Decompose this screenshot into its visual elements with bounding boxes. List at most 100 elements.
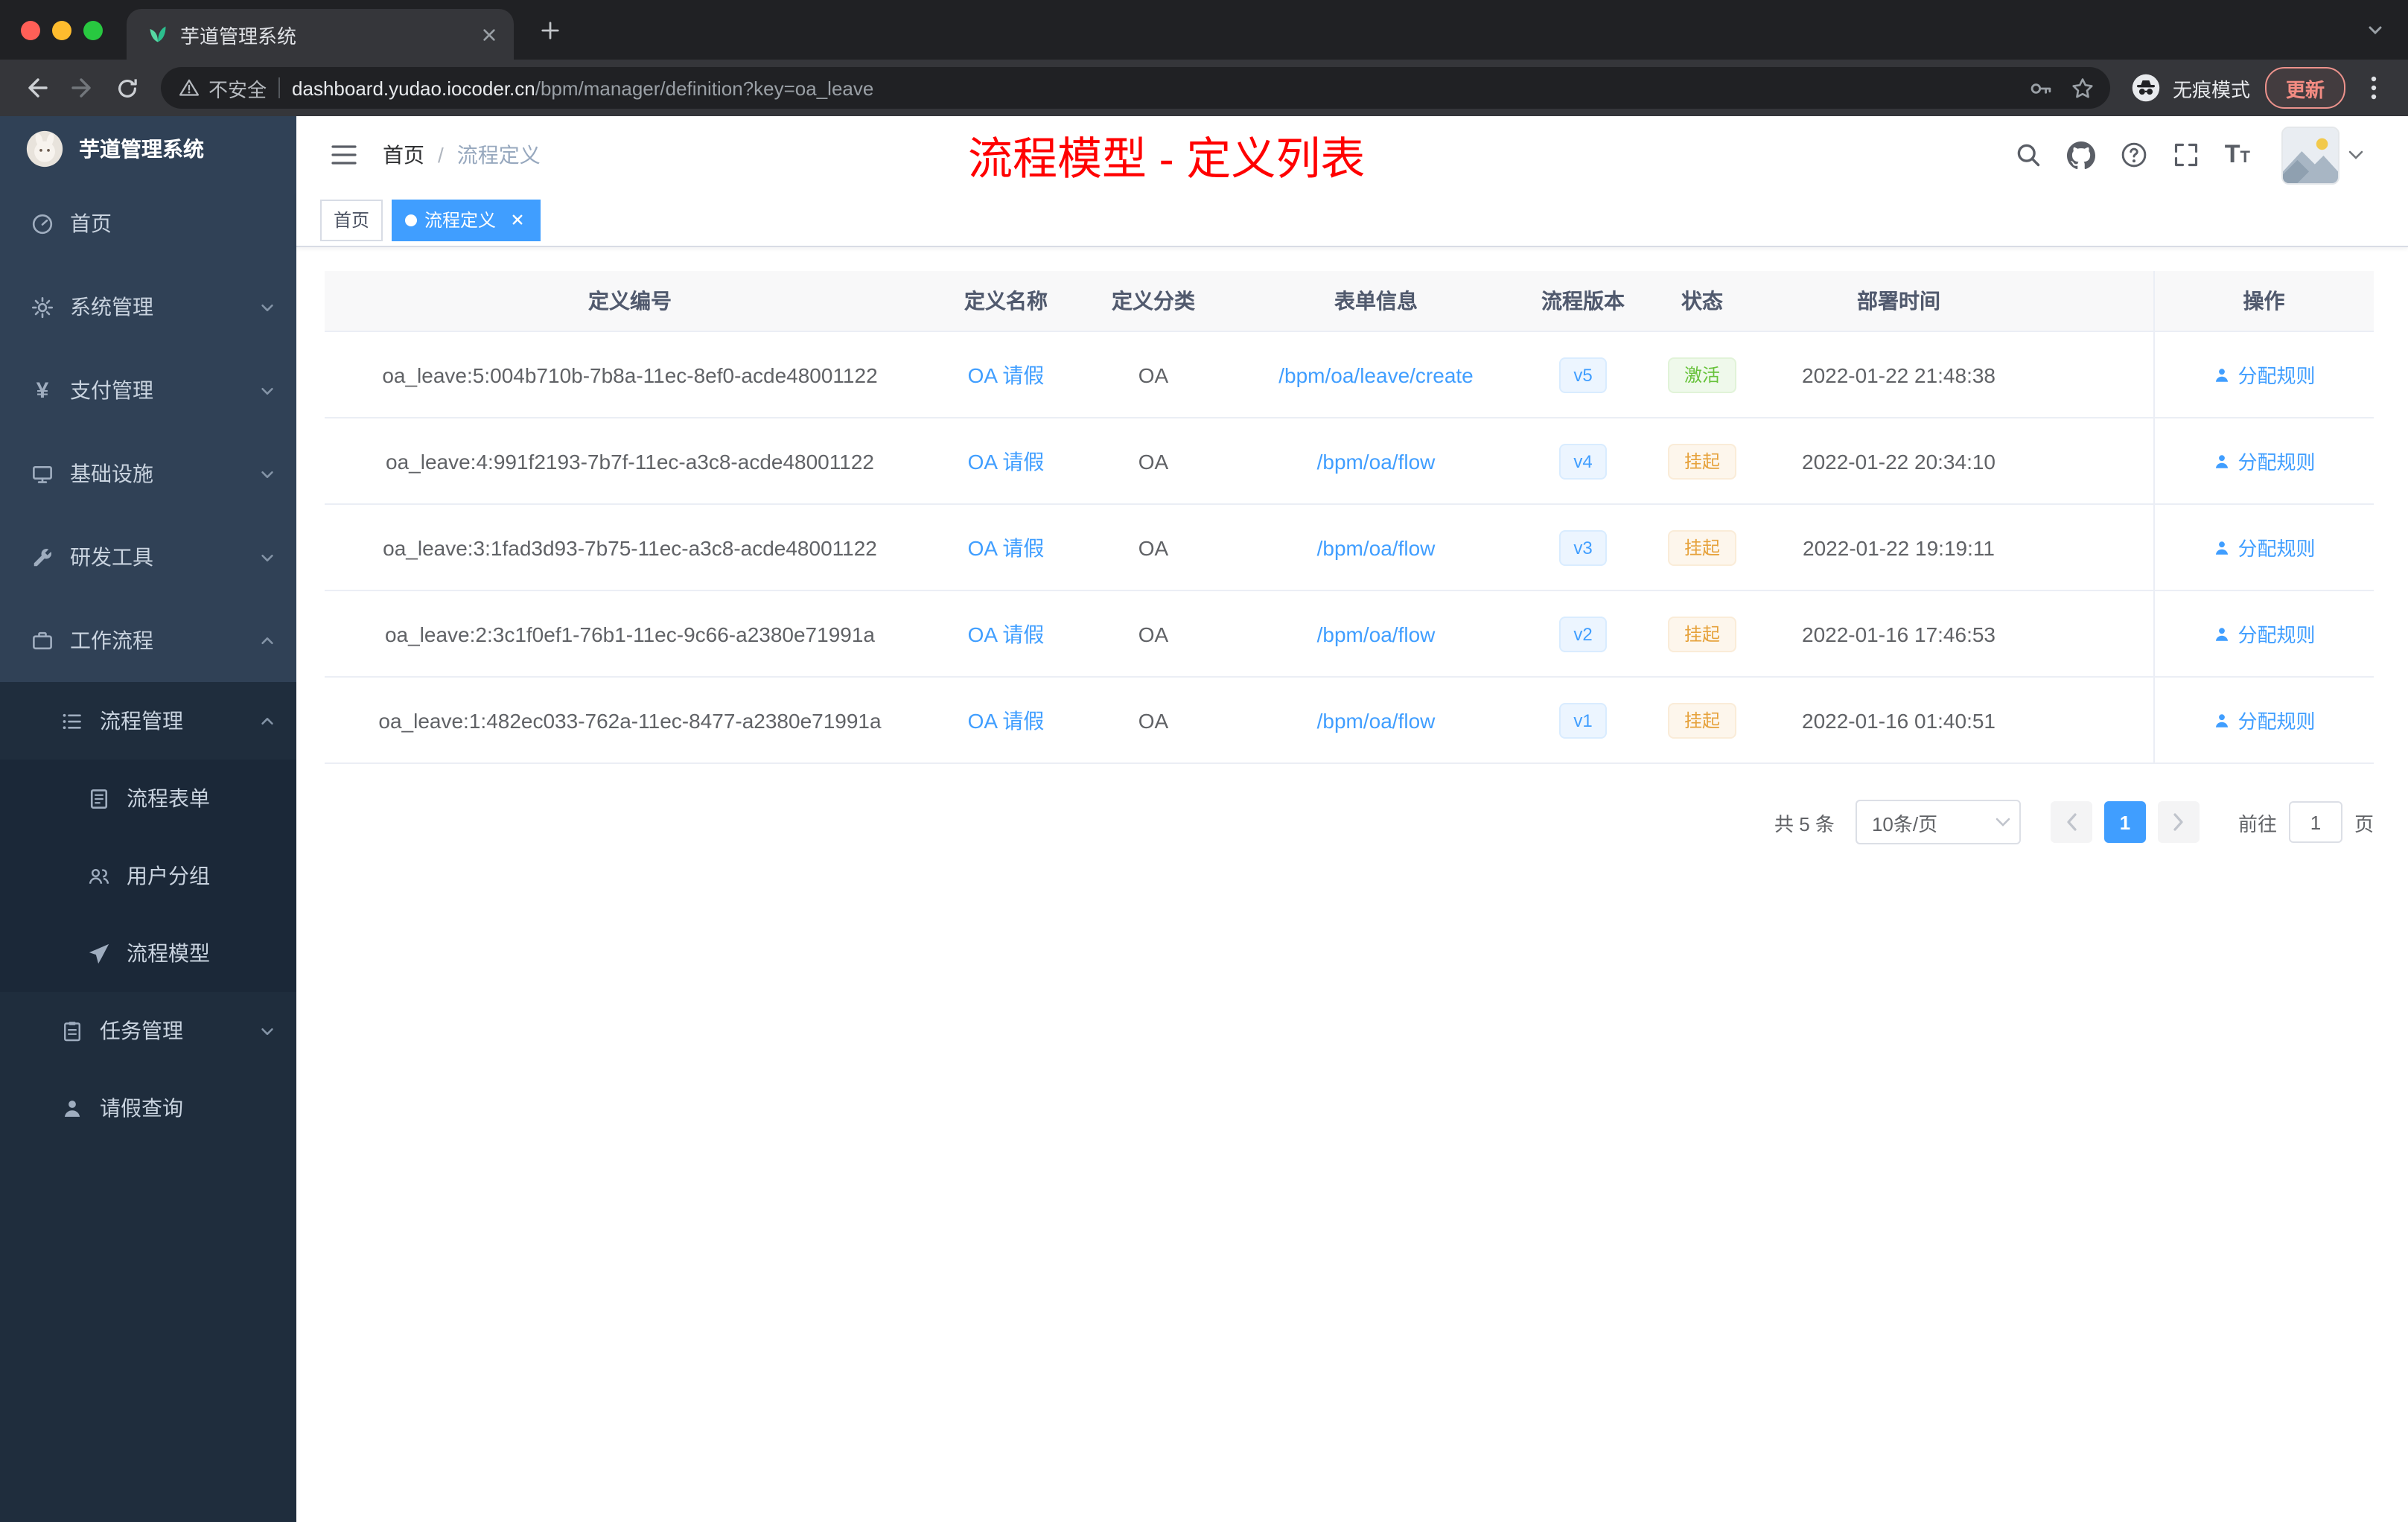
- sidebar-item-label: 支付管理: [70, 378, 153, 402]
- app-logo[interactable]: 芋道管理系统: [0, 116, 296, 182]
- hamburger-icon[interactable]: [320, 131, 368, 179]
- table-header-row: 定义编号 定义名称 定义分类 表单信息 流程版本 状态 部署时间 操作: [325, 271, 2374, 332]
- status-badge: 挂起: [1667, 529, 1736, 565]
- tag-close-icon[interactable]: [506, 209, 527, 230]
- definition-id: oa_leave:4:991f2193-7b7f-11ec-a3c8-acde4…: [325, 418, 935, 505]
- minimize-window-button[interactable]: [52, 20, 71, 39]
- sidebar-item-home[interactable]: 首页: [0, 182, 296, 265]
- sidebar-item-process-form[interactable]: 流程表单: [0, 760, 296, 837]
- page-size-value: 10条/页: [1871, 812, 1938, 835]
- url-host: dashboard.yudao.iocoder.cn: [292, 77, 535, 99]
- reload-button[interactable]: [104, 66, 149, 110]
- definition-name-link[interactable]: OA 请假: [968, 708, 1045, 732]
- definition-id: oa_leave:2:3c1f0ef1-76b1-11ec-9c66-a2380…: [325, 590, 935, 678]
- assign-rule-link[interactable]: 分配规则: [2212, 533, 2316, 561]
- sidebar-item-workflow[interactable]: 工作流程: [0, 599, 296, 682]
- url-address-bar[interactable]: 不安全 dashboard.yudao.iocoder.cn/bpm/manag…: [161, 67, 2110, 109]
- prev-page-button[interactable]: [2050, 801, 2092, 843]
- sidebar-item-system-management[interactable]: 系统管理: [0, 265, 296, 348]
- sidebar-item-label: 首页: [70, 211, 112, 235]
- sidebar-item-user-group[interactable]: 用户分组: [0, 837, 296, 914]
- user-menu[interactable]: [2281, 126, 2363, 184]
- back-button[interactable]: [15, 66, 60, 110]
- version-tag: v5: [1558, 357, 1608, 392]
- chevron-down-icon: [259, 1022, 275, 1039]
- breadcrumb-separator: /: [438, 143, 444, 167]
- pagination-total: 共 5 条: [1774, 812, 1835, 835]
- goto-page-input[interactable]: [2288, 801, 2342, 843]
- next-page-button[interactable]: [2157, 801, 2200, 843]
- assign-rule-link[interactable]: 分配规则: [2212, 620, 2316, 648]
- form-info-link[interactable]: /bpm/oa/flow: [1317, 535, 1436, 559]
- sidebar-item-payment-management[interactable]: ¥ 支付管理: [0, 348, 296, 432]
- form-info-link[interactable]: /bpm/oa/leave/create: [1278, 363, 1474, 386]
- wrench-icon: [30, 546, 55, 568]
- col-form-info: 表单信息: [1230, 271, 1522, 332]
- definition-id: oa_leave:1:482ec033-762a-11ec-8477-a2380…: [325, 677, 935, 764]
- help-icon[interactable]: [2121, 141, 2147, 168]
- browser-tab[interactable]: 芋道管理系统: [127, 9, 514, 60]
- table-row: oa_leave:2:3c1f0ef1-76b1-11ec-9c66-a2380…: [325, 590, 2374, 678]
- definition-name-link[interactable]: OA 请假: [968, 363, 1045, 386]
- spacer-cell: [2037, 677, 2153, 764]
- sidebar-item-leave-query[interactable]: 请假查询: [0, 1069, 296, 1147]
- browser-menu-icon[interactable]: [2354, 69, 2393, 107]
- tab-search-chevron-icon[interactable]: [2366, 21, 2384, 39]
- zoom-window-button[interactable]: [83, 20, 103, 39]
- fullscreen-icon[interactable]: [2173, 141, 2200, 168]
- version-tag: v2: [1558, 616, 1608, 652]
- security-chip[interactable]: 不安全: [179, 74, 267, 102]
- chevron-up-icon: [259, 713, 275, 729]
- dashboard-icon: [30, 212, 55, 235]
- col-definition-name: 定义名称: [935, 271, 1077, 332]
- forward-button[interactable]: [60, 66, 104, 110]
- status-badge: 挂起: [1667, 616, 1736, 652]
- sidebar: 芋道管理系统 首页 系统管理 ¥ 支付管理 基础设施 研发工具 工作流程 流程管…: [0, 116, 296, 1522]
- sidebar-item-process-management[interactable]: 流程管理: [0, 682, 296, 760]
- chevron-down-icon: [259, 549, 275, 565]
- close-window-button[interactable]: [21, 20, 40, 39]
- definition-name-link[interactable]: OA 请假: [968, 449, 1045, 473]
- window-controls: [21, 20, 103, 39]
- tag-home[interactable]: 首页: [320, 199, 383, 241]
- pagination: 共 5 条 10条/页 1 前往 1 页: [325, 800, 2374, 844]
- tab-close-icon[interactable]: [475, 21, 502, 48]
- definition-category: OA: [1077, 590, 1230, 678]
- avatar: [2281, 126, 2339, 184]
- browser-tab-strip: 芋道管理系统: [0, 0, 2408, 60]
- col-operations: 操作: [2153, 271, 2374, 332]
- font-size-icon[interactable]: TT: [2225, 140, 2250, 170]
- tag-process-definition[interactable]: 流程定义: [392, 199, 541, 241]
- password-key-icon[interactable]: [2021, 67, 2063, 109]
- annotation-title: 流程模型 - 定义列表: [968, 136, 1366, 185]
- search-icon[interactable]: [2015, 141, 2042, 168]
- page-size-select[interactable]: 10条/页: [1855, 800, 2021, 844]
- definition-name-link[interactable]: OA 请假: [968, 622, 1045, 646]
- user-icon: [2215, 541, 2228, 554]
- tag-label: 流程定义: [424, 210, 497, 231]
- sidebar-item-infrastructure[interactable]: 基础设施: [0, 432, 296, 515]
- new-tab-button[interactable]: [529, 9, 570, 51]
- main-area: 首页 / 流程定义 流程模型 - 定义列表 T T 首页 流程定义 定义编号 定…: [296, 116, 2408, 1522]
- definition-category: OA: [1077, 677, 1230, 764]
- form-info-link[interactable]: /bpm/oa/flow: [1317, 622, 1436, 646]
- browser-toolbar: 不安全 dashboard.yudao.iocoder.cn/bpm/manag…: [0, 60, 2408, 116]
- sidebar-item-label: 请假查询: [100, 1096, 183, 1120]
- definition-name-link[interactable]: OA 请假: [968, 535, 1045, 559]
- breadcrumb-home[interactable]: 首页: [383, 140, 424, 170]
- assign-rule-link[interactable]: 分配规则: [2212, 360, 2316, 389]
- form-info-link[interactable]: /bpm/oa/flow: [1317, 708, 1436, 732]
- update-button[interactable]: 更新: [2264, 67, 2345, 109]
- form-info-link[interactable]: /bpm/oa/flow: [1317, 449, 1436, 473]
- bookmark-star-icon[interactable]: [2063, 67, 2104, 109]
- sidebar-item-dev-tools[interactable]: 研发工具: [0, 515, 296, 599]
- sidebar-item-task-management[interactable]: 任务管理: [0, 992, 296, 1069]
- sidebar-item-process-model[interactable]: 流程模型: [0, 914, 296, 992]
- github-icon[interactable]: [2066, 141, 2095, 169]
- assign-rule-link[interactable]: 分配规则: [2212, 447, 2316, 475]
- chevron-down-icon: [1995, 818, 2010, 827]
- page-number-button[interactable]: 1: [2103, 801, 2146, 843]
- deploy-time: 2022-01-16 01:40:51: [1760, 677, 2037, 764]
- assign-rule-link[interactable]: 分配规则: [2212, 706, 2316, 734]
- goto-label: 前往: [2237, 812, 2277, 835]
